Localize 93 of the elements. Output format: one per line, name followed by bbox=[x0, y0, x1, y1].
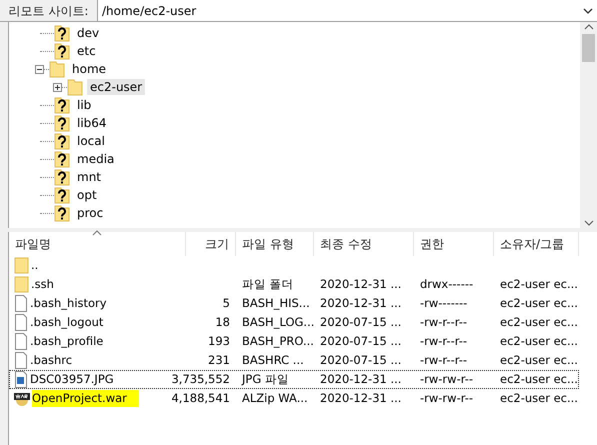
document-icon bbox=[14, 333, 28, 350]
tree-item[interactable]: media bbox=[74, 151, 118, 167]
table-cell-text: 18 bbox=[215, 314, 230, 331]
archive-file-icon bbox=[14, 390, 30, 407]
unknown-folder-icon bbox=[54, 96, 70, 114]
table-cell-text: BASH_HIS... bbox=[242, 294, 310, 312]
table-cell-text: -rw------- bbox=[420, 294, 468, 312]
collapse-icon[interactable] bbox=[35, 64, 44, 74]
table-cell-text: 2020-07-15 ... bbox=[320, 352, 402, 369]
file-name[interactable]: OpenProject.war bbox=[32, 390, 139, 408]
table-cell-text: BASH_LOG... bbox=[242, 314, 314, 331]
table-cell-text: -rw-r--r-- bbox=[420, 314, 468, 331]
table-cell-text: 2020-12-31 ... bbox=[320, 294, 402, 312]
file-name[interactable]: .bash_logout bbox=[30, 314, 104, 332]
file-row[interactable]: .bashrc 231 BASHRC ... 2020-07-15 ... -rw-r--r-- ec2-user ec... bbox=[9, 351, 579, 370]
unknown-folder-icon bbox=[54, 204, 70, 222]
table-cell-text: 2020-12-31 ... bbox=[320, 370, 402, 388]
folder-icon bbox=[67, 78, 83, 96]
table-cell-text: 4,188,541 bbox=[171, 390, 230, 407]
table-cell-text: ec2-user ec... bbox=[500, 390, 578, 407]
table-cell-text: -rw-rw-r-- bbox=[420, 370, 474, 388]
tree-item[interactable]: proc bbox=[74, 205, 106, 221]
file-row[interactable]: DSC03957.JPG 3,735,552 JPG 파일 2020-12-31 ... -rw-rw-r-- ec2-user ec... bbox=[9, 370, 579, 389]
tree-item[interactable]: lib64 bbox=[74, 115, 110, 131]
column-header[interactable]: 최종 수정 bbox=[314, 232, 414, 256]
table-cell-text: ec2-user ec... bbox=[500, 314, 578, 331]
folder-icon bbox=[14, 276, 29, 293]
table-cell-text: -rw-r--r-- bbox=[420, 332, 468, 350]
table-cell-text: 231 bbox=[208, 352, 230, 369]
unknown-folder-icon bbox=[54, 132, 70, 150]
table-cell-text: JPG 파일 bbox=[242, 370, 289, 388]
folder-icon bbox=[14, 257, 29, 274]
unknown-folder-icon bbox=[54, 114, 70, 132]
table-cell-text: 2020-12-31 ... bbox=[320, 390, 402, 407]
scrollbar-thumb[interactable] bbox=[582, 34, 595, 62]
table-cell-text: 193 bbox=[208, 332, 230, 350]
table-cell-text: 2020-07-15 ... bbox=[320, 314, 402, 331]
tree-item[interactable]: home bbox=[69, 61, 110, 77]
document-icon bbox=[14, 314, 28, 331]
file-row[interactable]: .bash_profile 193 BASH_PRO... 2020-07-15 ... -rw-r--r-- ec2-user ec... bbox=[9, 332, 579, 351]
document-icon bbox=[14, 295, 28, 312]
folder-icon bbox=[49, 60, 65, 78]
column-header[interactable]: 파일명 bbox=[9, 232, 186, 256]
image-file-icon bbox=[14, 371, 28, 388]
file-name[interactable]: .ssh bbox=[31, 276, 54, 294]
table-cell-text: ec2-user ec... bbox=[500, 332, 578, 350]
file-row[interactable]: .ssh 파일 폴더 2020-12-31 ... drwx------ ec2-user ec... bbox=[9, 275, 579, 294]
unknown-folder-icon bbox=[54, 186, 70, 204]
tree-item[interactable]: lib bbox=[74, 97, 94, 113]
column-header[interactable]: 권한 bbox=[414, 232, 494, 256]
tree-item[interactable]: local bbox=[74, 133, 108, 149]
file-row[interactable]: .bash_logout 18 BASH_LOG... 2020-07-15 ... -rw-r--r-- ec2-user ec... bbox=[9, 313, 579, 332]
unknown-folder-icon bbox=[54, 42, 70, 60]
scroll-up-icon[interactable] bbox=[582, 22, 594, 32]
file-row[interactable]: .bash_history 5 BASH_HIS... 2020-12-31 ... -rw------- ec2-user ec... bbox=[9, 294, 579, 313]
file-name[interactable]: .. bbox=[31, 256, 38, 274]
table-cell-text: BASH_PRO... bbox=[242, 332, 314, 350]
table-cell-text: ec2-user ec... bbox=[500, 352, 578, 369]
table-cell-text: 2020-07-15 ... bbox=[320, 332, 402, 350]
table-cell-text: -rw-r--r-- bbox=[420, 352, 468, 369]
table-cell-text: 5 bbox=[222, 294, 230, 312]
table-cell-text: ec2-user ec... bbox=[500, 276, 578, 293]
tree-item[interactable]: opt bbox=[74, 187, 100, 203]
table-cell-text: ec2-user ec... bbox=[500, 370, 578, 388]
file-row[interactable]: .. bbox=[9, 256, 579, 275]
table-cell-text: -rw-rw-r-- bbox=[420, 390, 474, 407]
expand-icon[interactable] bbox=[53, 82, 62, 92]
table-cell-text: ALZip WA... bbox=[242, 390, 308, 407]
unknown-folder-icon bbox=[54, 150, 70, 168]
column-header[interactable]: 크기 bbox=[186, 232, 236, 256]
column-header[interactable]: 파일 유형 bbox=[236, 232, 314, 256]
tree-item[interactable]: ec2-user bbox=[87, 79, 146, 95]
file-name[interactable]: .bash_history bbox=[30, 294, 107, 312]
tree-item[interactable]: mnt bbox=[74, 169, 104, 185]
table-cell-text: ec2-user ec... bbox=[500, 294, 578, 312]
file-row[interactable]: OpenProject.war 4,188,541 ALZip WA... 2020-12-31 ... -rw-rw-r-- ec2-user ec... bbox=[9, 389, 579, 408]
file-name[interactable]: .bash_profile bbox=[30, 332, 104, 350]
file-name[interactable]: DSC03957.JPG bbox=[30, 370, 114, 388]
unknown-folder-icon bbox=[54, 24, 70, 42]
dropdown-caret-icon[interactable] bbox=[582, 6, 594, 16]
table-cell-text: drwx------ bbox=[420, 276, 474, 293]
unknown-folder-icon bbox=[54, 168, 70, 186]
tree-item[interactable]: etc bbox=[74, 43, 99, 59]
tree-item[interactable]: dev bbox=[74, 25, 102, 41]
address-label: 리모트 사이트: bbox=[0, 0, 98, 21]
scroll-down-icon[interactable] bbox=[582, 218, 594, 228]
table-cell-text: 2020-12-31 ... bbox=[320, 276, 402, 293]
table-cell-text: 3,735,552 bbox=[171, 370, 230, 388]
table-cell-text: BASHRC ... bbox=[242, 352, 304, 369]
column-header[interactable]: 소유자/그룹 bbox=[494, 232, 579, 256]
table-cell-text: 파일 폴더 bbox=[242, 276, 294, 293]
file-name[interactable]: .bashrc bbox=[30, 352, 72, 370]
document-icon bbox=[14, 352, 28, 369]
